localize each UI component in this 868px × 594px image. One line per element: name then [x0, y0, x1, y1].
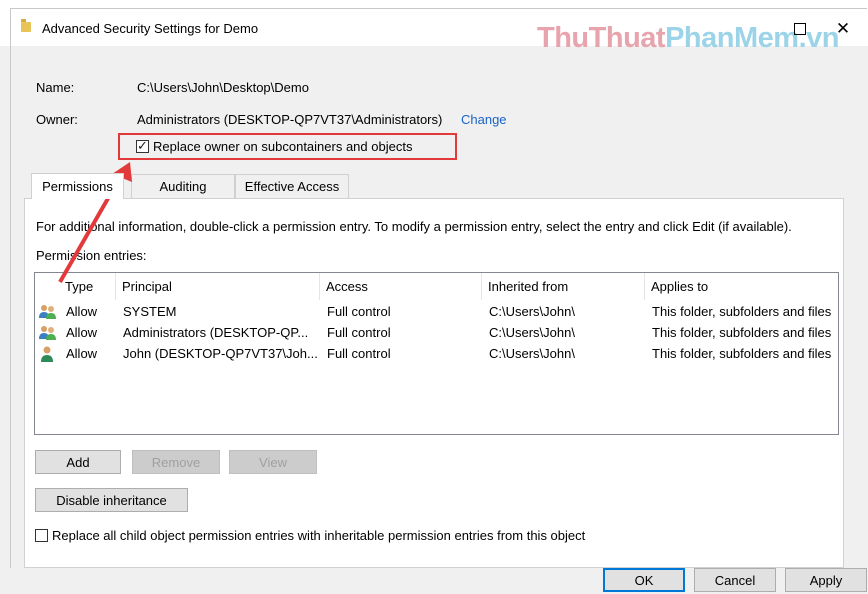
watermark-part1: ThuThuat [537, 22, 666, 54]
column-header-applies-to[interactable]: Applies to [645, 273, 838, 300]
row-type: Allow [66, 304, 98, 319]
replace-owner-label[interactable]: Replace owner on subcontainers and objec… [153, 139, 412, 154]
table-row[interactable]: Allow SYSTEM Full control C:\Users\John\… [35, 301, 838, 322]
group-users-icon [39, 322, 57, 343]
maximize-icon [794, 23, 806, 35]
row-principal: SYSTEM [123, 304, 177, 319]
disable-inheritance-button[interactable]: Disable inheritance [35, 488, 188, 512]
apply-button[interactable]: Apply [785, 568, 867, 592]
row-principal: John (DESKTOP-QP7VT37\Joh... [123, 346, 318, 361]
tab-auditing[interactable]: Auditing [131, 174, 235, 198]
checkbox-unchecked-icon [35, 529, 48, 542]
window-title: Advanced Security Settings for Demo [42, 21, 259, 36]
tab-effective-access[interactable]: Effective Access [235, 174, 349, 198]
row-principal: Administrators (DESKTOP-QP... [123, 325, 309, 340]
name-value: C:\Users\John\Desktop\Demo [137, 80, 309, 95]
row-inherited-from: C:\Users\John\ [489, 346, 575, 361]
replace-child-permissions-checkbox[interactable] [35, 529, 48, 545]
maximize-button[interactable] [780, 14, 820, 44]
row-access: Full control [327, 346, 391, 361]
checkbox-checked-icon [136, 138, 149, 154]
close-icon: ✕ [835, 19, 851, 38]
owner-label: Owner: [36, 112, 78, 127]
group-users-icon [39, 301, 57, 322]
row-type: Allow [66, 346, 98, 361]
tab-permissions[interactable]: Permissions [31, 173, 124, 199]
row-applies-to: This folder, subfolders and files [652, 304, 832, 319]
row-applies-to: This folder, subfolders and files [652, 346, 832, 361]
table-row[interactable]: Allow Administrators (DESKTOP-QP... Full… [35, 322, 838, 343]
row-inherited-from: C:\Users\John\ [489, 325, 575, 340]
close-button[interactable]: ✕ [823, 14, 863, 44]
row-type: Allow [66, 325, 98, 340]
permission-entries-table[interactable]: Type Principal Access Inherited from App… [34, 272, 839, 435]
view-button[interactable]: View [229, 450, 317, 474]
column-header-access[interactable]: Access [320, 273, 482, 300]
row-access: Full control [327, 304, 391, 319]
row-applies-to: This folder, subfolders and files [652, 325, 832, 340]
replace-owner-checkbox[interactable] [136, 138, 149, 156]
ok-button[interactable]: OK [603, 568, 685, 592]
column-header-inherited-from[interactable]: Inherited from [482, 273, 645, 300]
owner-value: Administrators (DESKTOP-QP7VT37\Administ… [137, 112, 443, 127]
single-user-icon [39, 343, 57, 364]
change-owner-link[interactable]: Change [461, 112, 507, 127]
cancel-button[interactable]: Cancel [694, 568, 776, 592]
watermark-part2: PhanMem [665, 22, 799, 54]
name-label: Name: [36, 80, 75, 95]
row-access: Full control [327, 325, 391, 340]
table-row[interactable]: Allow John (DESKTOP-QP7VT37\Joh... Full … [35, 343, 838, 364]
column-header-principal[interactable]: Principal [116, 273, 320, 300]
row-inherited-from: C:\Users\John\ [489, 304, 575, 319]
add-button[interactable]: Add [35, 450, 121, 474]
replace-child-permissions-label[interactable]: Replace all child object permission entr… [52, 528, 585, 543]
remove-button[interactable]: Remove [132, 450, 220, 474]
folder-icon [21, 19, 31, 32]
info-text: For additional information, double-click… [36, 219, 792, 234]
